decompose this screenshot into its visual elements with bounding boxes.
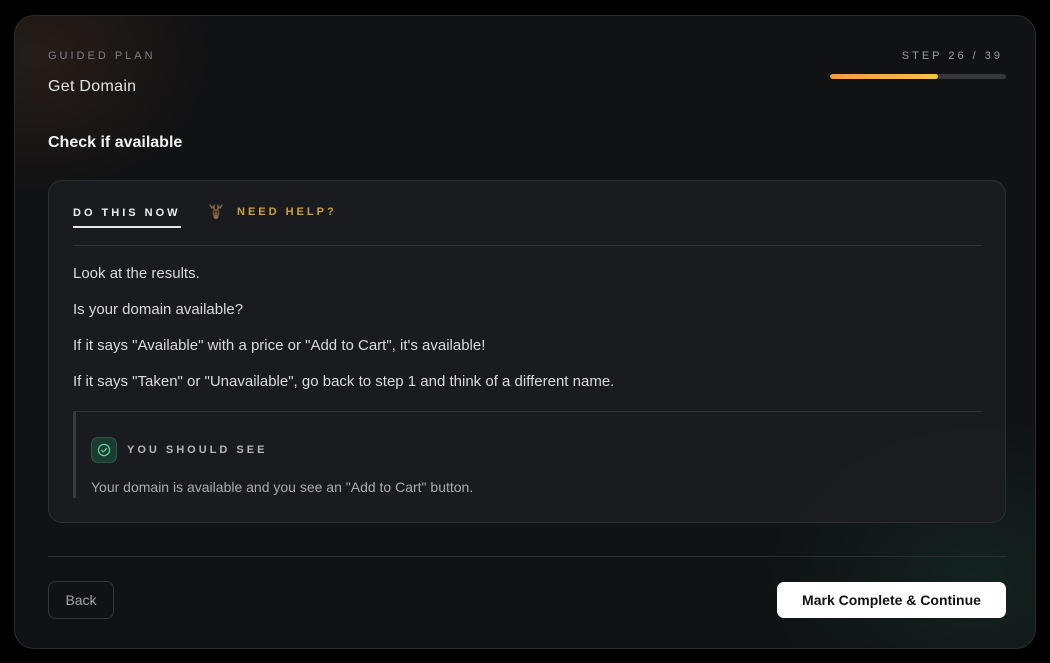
progress-bar-fill — [830, 74, 939, 79]
mark-complete-button[interactable]: Mark Complete & Continue — [777, 582, 1006, 618]
back-button[interactable]: Back — [48, 581, 114, 619]
panel-tabs: DO THIS NOW NEED HELP? — [73, 181, 981, 246]
expected-result-text: Your domain is available and you see an … — [91, 479, 474, 495]
instruction-line: If it says "Taken" or "Unavailable", go … — [73, 373, 615, 390]
instruction-list: Look at the results. Is your domain avai… — [73, 265, 973, 409]
footer-divider — [48, 556, 1006, 557]
expected-result-header: YOU SHOULD SEE — [91, 437, 267, 463]
plan-eyebrow: GUIDED PLAN — [48, 50, 156, 62]
instruction-panel: DO THIS NOW NEED HELP? Look at the resul… — [48, 180, 1006, 523]
check-circle-icon — [91, 437, 117, 463]
step-counter: STEP 26 / 39 — [901, 50, 1003, 62]
guided-plan-card: GUIDED PLAN Get Domain STEP 26 / 39 Chec… — [14, 15, 1036, 649]
step-heading: Check if available — [48, 134, 183, 151]
need-help-label: NEED HELP? — [237, 206, 337, 218]
moose-icon — [208, 203, 224, 221]
plan-title: Get Domain — [48, 78, 137, 95]
progress-bar — [830, 74, 1006, 79]
tab-need-help[interactable]: NEED HELP? — [208, 203, 337, 221]
instruction-line: Look at the results. — [73, 265, 200, 282]
expected-result-box: YOU SHOULD SEE Your domain is available … — [73, 411, 981, 498]
tab-do-this-now[interactable]: DO THIS NOW — [73, 207, 181, 228]
instruction-line: If it says "Available" with a price or "… — [73, 337, 486, 354]
instruction-line: Is your domain available? — [73, 301, 244, 318]
expected-result-title: YOU SHOULD SEE — [127, 444, 268, 456]
